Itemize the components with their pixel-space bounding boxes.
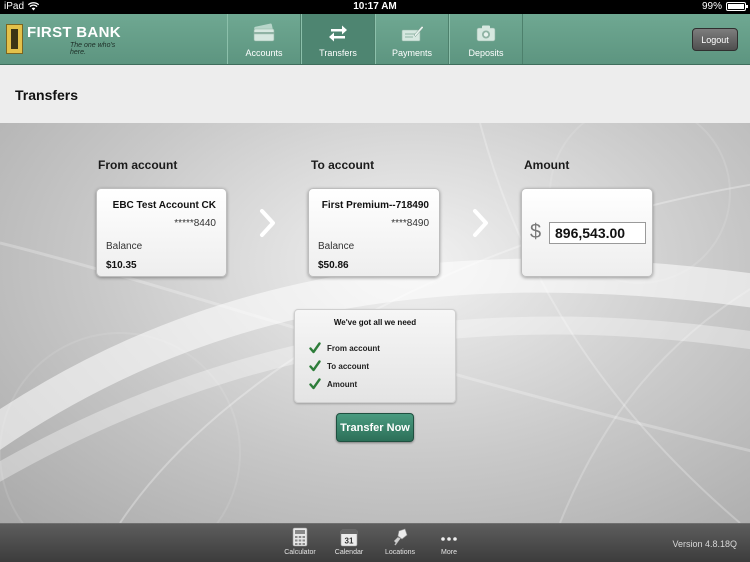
calculator-icon (292, 527, 308, 547)
main-nav: Accounts Transfers Payments Deposits (227, 14, 523, 64)
to-account-name: First Premium--718490 (321, 200, 429, 211)
from-balance-label: Balance (106, 241, 143, 252)
from-balance-value: $10.35 (106, 260, 137, 271)
tab-accounts[interactable]: Accounts (227, 14, 301, 64)
checkmark-icon (309, 342, 321, 354)
amount-label: Amount (524, 158, 570, 172)
transfer-arrows-icon (329, 25, 347, 42)
battery-fill (728, 4, 744, 9)
bank-logo-mark-icon (6, 24, 23, 54)
app-version: Version 4.8.18Q (672, 539, 737, 549)
chevron-right-icon (473, 209, 488, 237)
to-account-card[interactable]: First Premium--718490 ****8490 Balance $… (308, 188, 440, 277)
toolbar-locations-label: Locations (385, 549, 415, 556)
tab-transfers-label: Transfers (319, 48, 357, 58)
from-account-card[interactable]: EBC Test Account CK *****8440 Balance $1… (96, 188, 227, 277)
more-dots-icon (441, 537, 457, 541)
location-pin-icon (394, 528, 408, 546)
accounts-card-icon (253, 23, 275, 42)
tab-transfers[interactable]: Transfers (301, 14, 375, 64)
toolbar-more-label: More (441, 549, 457, 556)
toolbar-more[interactable]: More (426, 527, 472, 556)
bottom-toolbar: Calculator 31 Calendar Locations More Ve… (0, 523, 750, 562)
to-account-label: To account (311, 158, 375, 172)
checklist-title: We've got all we need (333, 318, 417, 327)
checkmark-icon (309, 378, 321, 390)
checklist-item: Amount (309, 378, 357, 390)
toolbar-calculator[interactable]: Calculator (277, 527, 323, 556)
page-title: Transfers (15, 87, 79, 103)
status-time: 10:17 AM (353, 1, 397, 12)
toolbar-locations[interactable]: Locations (377, 527, 423, 556)
chevron-right-icon (260, 209, 275, 237)
app-header: FIRST BANK The one who's here. Accounts … (0, 14, 750, 65)
battery-icon (726, 2, 748, 11)
currency-symbol: $ (530, 221, 542, 243)
calendar-icon: 31 (340, 529, 358, 547)
bank-tagline: The one who's here. (70, 42, 116, 56)
battery-percent: 99% (701, 1, 722, 12)
logout-button[interactable]: Logout (692, 28, 738, 51)
status-right: 99% (701, 1, 748, 12)
amount-card: $ (521, 188, 653, 277)
bank-name: FIRST BANK (27, 24, 121, 41)
transfer-now-button[interactable]: Transfer Now (336, 413, 414, 442)
toolbar-calculator-label: Calculator (284, 549, 316, 556)
from-account-name: EBC Test Account CK (112, 200, 216, 211)
toolbar-calendar-label: Calendar (334, 549, 364, 556)
checklist-item: From account (309, 342, 380, 354)
camera-icon (476, 25, 496, 42)
to-account-number: ****8490 (391, 218, 429, 229)
from-account-number: *****8440 (174, 218, 216, 229)
checkmark-icon (309, 360, 321, 372)
bank-logo: FIRST BANK The one who's here. (6, 24, 131, 58)
checklist-item-label: Amount (327, 379, 358, 389)
ready-checklist: We've got all we need From account To ac… (294, 309, 456, 403)
tab-deposits-label: Deposits (468, 48, 504, 58)
calendar-day: 31 (345, 537, 354, 546)
status-bar: iPad 10:17 AM 99% (0, 0, 750, 14)
transfer-panel: From account EBC Test Account CK *****84… (0, 123, 750, 523)
tab-deposits[interactable]: Deposits (449, 14, 523, 64)
page-title-bar: Transfers (0, 65, 750, 123)
tab-payments[interactable]: Payments (375, 14, 449, 64)
from-account-label: From account (98, 158, 178, 172)
tab-accounts-label: Accounts (245, 48, 283, 58)
to-balance-label: Balance (318, 241, 355, 252)
to-balance-value: $50.86 (318, 260, 349, 271)
checklist-item-label: To account (327, 361, 370, 371)
checklist-item-label: From account (327, 343, 380, 353)
tab-payments-label: Payments (391, 48, 433, 58)
toolbar-calendar[interactable]: 31 Calendar (326, 527, 372, 556)
checklist-item: To account (309, 360, 369, 372)
amount-input[interactable] (549, 222, 646, 244)
payments-icon (401, 25, 424, 42)
